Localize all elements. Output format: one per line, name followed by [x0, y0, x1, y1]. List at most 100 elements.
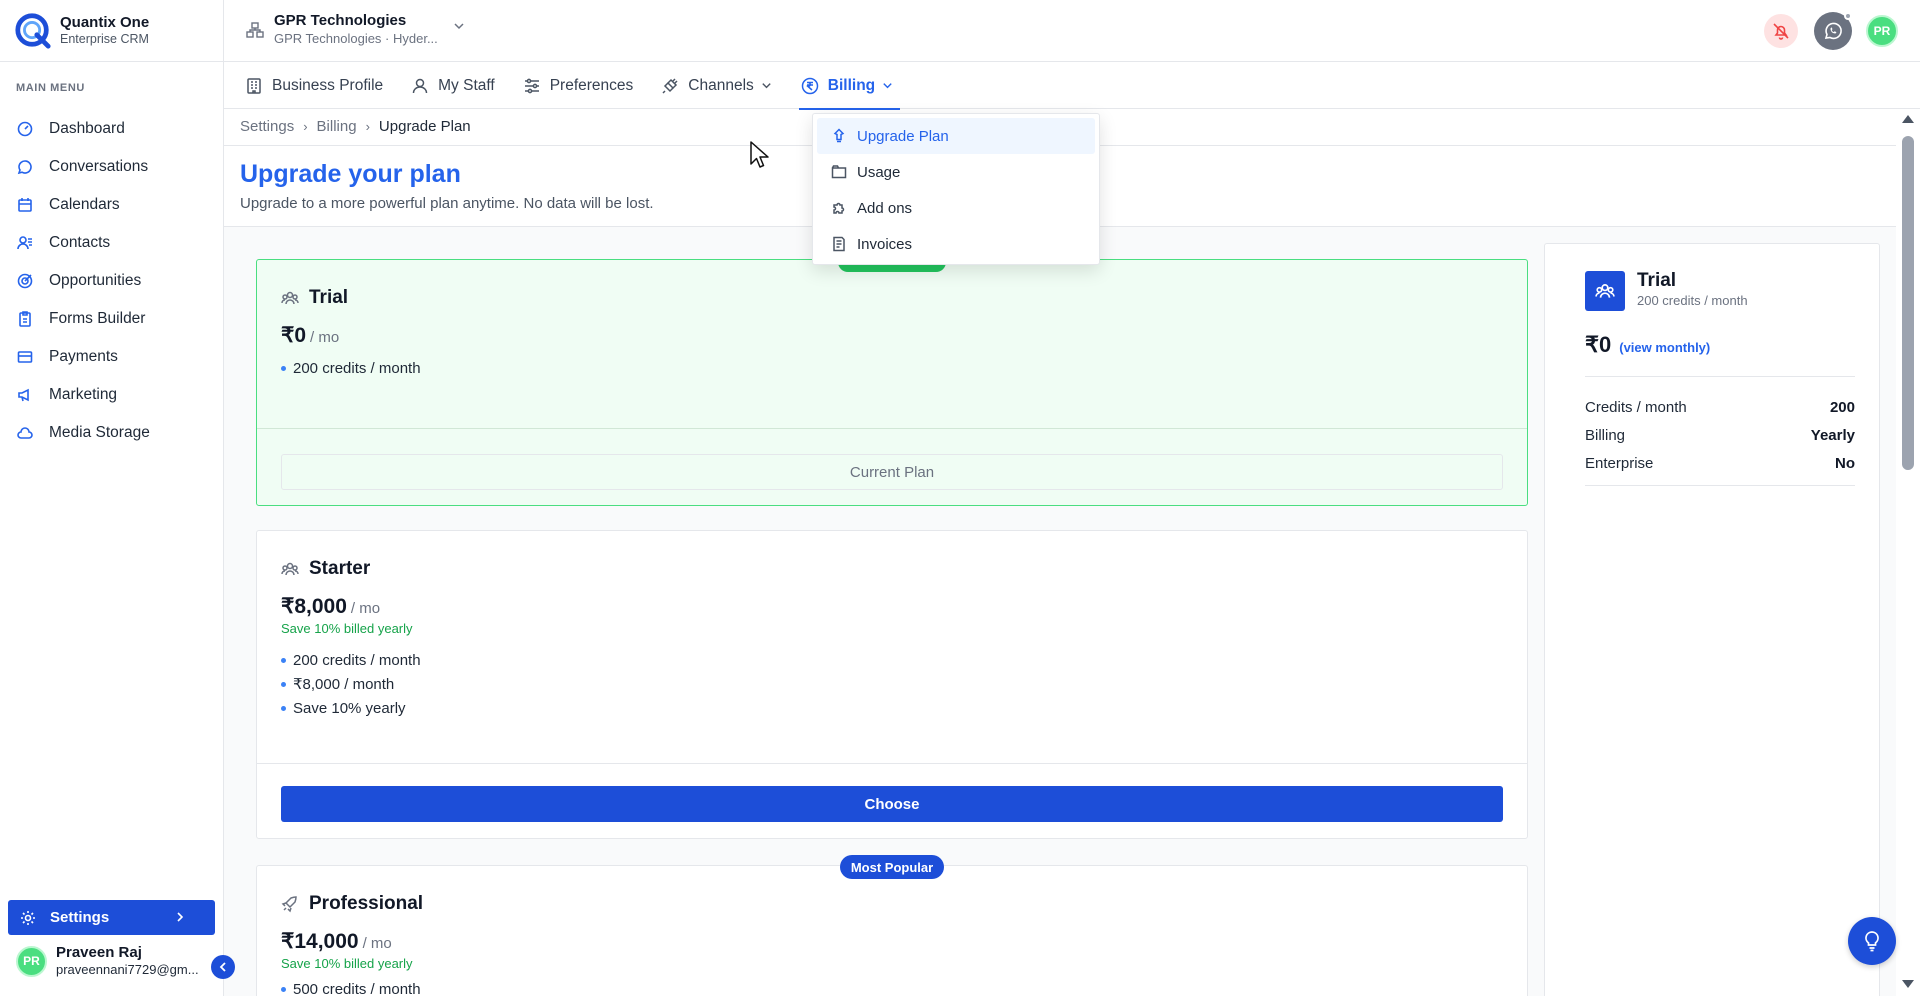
plan-features: 500 credits / month: [281, 977, 1503, 996]
billing-dropdown-menu: Upgrade Plan Usage Add ons Invoices: [812, 113, 1100, 265]
sidebar-item-marketing[interactable]: Marketing: [16, 376, 216, 414]
collapse-sidebar-button[interactable]: [211, 955, 235, 979]
tab-business-profile[interactable]: Business Profile: [245, 62, 383, 109]
current-plan-summary: Trial 200 credits / month ₹0 (view month…: [1544, 243, 1880, 996]
avatar: PR: [16, 945, 47, 977]
plan-name-text: Starter: [309, 558, 371, 579]
chevron-right-icon: [177, 912, 184, 922]
breadcrumb: Settings › Billing › Upgrade Plan: [240, 118, 471, 135]
whatsapp-icon: [1824, 22, 1842, 40]
header-avatar[interactable]: PR: [1866, 15, 1898, 47]
main-menu-label: MAIN MENU: [16, 82, 85, 94]
sidebar-item-label: Dashboard: [49, 120, 125, 137]
org-switcher[interactable]: GPR Technologies GPR Technologies · Hyde…: [246, 12, 466, 48]
user-profile[interactable]: PR Praveen Raj praveennani7729@gm...: [16, 944, 199, 978]
quantix-logo-icon: [15, 13, 51, 49]
settings-tabs: Business Profile My Staff Preferences Ch…: [224, 62, 1920, 110]
building-icon: [247, 77, 261, 94]
menu-item-upgrade-plan[interactable]: Upgrade Plan: [817, 118, 1095, 154]
row-label: Enterprise: [1585, 454, 1654, 472]
sidebar-item-media-storage[interactable]: Media Storage: [16, 414, 216, 452]
scroll-down-arrow[interactable]: [1902, 980, 1914, 988]
chevron-down-icon: [883, 83, 892, 89]
divider: [1585, 485, 1855, 486]
invoice-icon: [833, 236, 845, 252]
menu-item-invoices[interactable]: Invoices: [817, 226, 1095, 262]
plan-save-note: Save 10% billed yearly: [281, 621, 413, 636]
scroll-up-arrow[interactable]: [1902, 115, 1914, 123]
tab-preferences[interactable]: Preferences: [523, 62, 634, 109]
plan-save-note: Save 10% billed yearly: [281, 956, 413, 971]
sidebar-item-calendars[interactable]: Calendars: [16, 186, 216, 224]
notifications-muted-button[interactable]: [1764, 14, 1798, 48]
help-button[interactable]: [1848, 917, 1896, 965]
tab-channels[interactable]: Channels: [661, 62, 773, 109]
plan-name-text: Professional: [309, 893, 424, 914]
user-icon: [412, 78, 428, 93]
summary-row-billing: Billing Yearly: [1585, 421, 1855, 449]
price-period: / mo: [362, 935, 392, 952]
sidebar: Quantix One Enterprise CRM MAIN MENU Das…: [0, 0, 224, 996]
sidebar-item-contacts[interactable]: Contacts: [16, 224, 216, 262]
tab-my-staff[interactable]: My Staff: [411, 62, 495, 109]
tab-label: Preferences: [549, 76, 634, 94]
menu-item-usage[interactable]: Usage: [817, 154, 1095, 190]
price-period: / mo: [310, 329, 340, 346]
plan-name: Trial: [281, 287, 1503, 309]
sidebar-item-payments[interactable]: Payments: [16, 338, 216, 376]
sidebar-item-opportunities[interactable]: Opportunities: [16, 262, 216, 300]
folder-icon: [831, 165, 847, 179]
summary-credits: 200 credits / month: [1637, 293, 1748, 308]
plan-name: Professional: [281, 893, 1503, 915]
sidebar-item-conversations[interactable]: Conversations: [16, 148, 216, 186]
sidebar-item-label: Opportunities: [49, 272, 142, 289]
price-period: / mo: [350, 600, 381, 617]
feature-item: 200 credits / month: [281, 648, 1503, 672]
status-dot: [1844, 12, 1852, 20]
tab-label: Business Profile: [272, 76, 384, 94]
view-monthly-link[interactable]: (view monthly): [1619, 340, 1710, 355]
breadcrumb-settings[interactable]: Settings: [240, 118, 294, 135]
target-icon: [16, 272, 34, 290]
plan-features: 200 credits / month: [281, 356, 1503, 380]
menu-item-label: Add ons: [857, 199, 913, 217]
org-tree-icon: [246, 22, 264, 38]
sidebar-item-settings[interactable]: Settings: [8, 900, 215, 935]
plan-card-trial: Trial ₹0/ mo 200 credits / month Current…: [256, 259, 1528, 506]
sidebar-item-forms-builder[interactable]: Forms Builder: [16, 300, 216, 338]
whatsapp-button[interactable]: [1814, 12, 1852, 50]
sidebar-item-label: Payments: [49, 348, 118, 365]
row-value: Yearly: [1810, 426, 1855, 444]
breadcrumb-current: Upgrade Plan: [378, 118, 471, 135]
main-menu: Dashboard Conversations Calendars Contac…: [16, 110, 216, 452]
plan-name: Starter: [281, 558, 1503, 580]
contacts-icon: [16, 234, 34, 252]
menu-item-add-ons[interactable]: Add ons: [817, 190, 1095, 226]
breadcrumb-billing[interactable]: Billing: [317, 118, 357, 135]
summary-price: ₹0 (view monthly): [1585, 332, 1710, 358]
sidebar-item-dashboard[interactable]: Dashboard: [16, 110, 216, 148]
brand-subtitle: Enterprise CRM: [60, 32, 149, 46]
page-subtitle: Upgrade to a more powerful plan anytime.…: [240, 195, 654, 212]
chat-icon: [16, 158, 34, 176]
price-value: ₹14,000: [281, 930, 359, 953]
plan-features: 200 credits / month ₹8,000 / month Save …: [281, 648, 1503, 720]
gear-icon: [21, 910, 35, 925]
calendar-icon: [16, 196, 34, 214]
tab-label: Channels: [688, 76, 754, 94]
current-plan-button[interactable]: Current Plan: [281, 454, 1503, 490]
scrollbar-thumb[interactable]: [1902, 136, 1914, 470]
plan-price: ₹8,000/ mo: [281, 594, 1503, 619]
clipboard-icon: [16, 310, 34, 328]
tab-billing[interactable]: Billing: [798, 62, 901, 110]
lightbulb-icon: [1865, 931, 1879, 952]
brand[interactable]: Quantix One Enterprise CRM: [14, 12, 149, 50]
users-icon: [1585, 271, 1625, 311]
top-header: GPR Technologies GPR Technologies · Hyde…: [224, 0, 1920, 62]
menu-item-label: Invoices: [857, 235, 913, 253]
dashboard-icon: [16, 120, 34, 138]
choose-starter-button[interactable]: Choose: [281, 786, 1503, 822]
sidebar-item-label: Marketing: [49, 386, 118, 403]
tab-label: Billing: [827, 76, 876, 94]
sidebar-item-label: Conversations: [49, 158, 149, 175]
